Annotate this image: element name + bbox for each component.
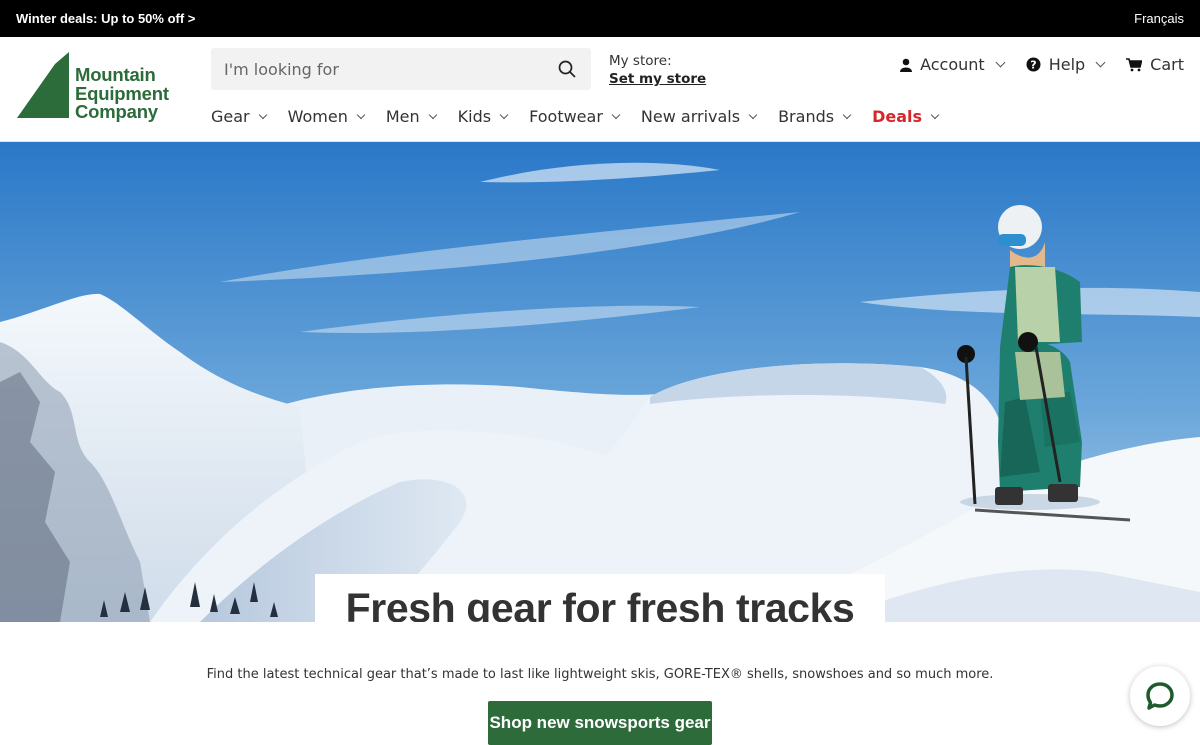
help-label: Help — [1048, 55, 1086, 74]
nav-item-women[interactable]: Women — [287, 107, 366, 126]
utility-nav: Account ? Help Cart — [900, 55, 1184, 74]
help-menu[interactable]: ? Help — [1026, 55, 1106, 74]
nav-item-brands[interactable]: Brands — [778, 107, 852, 126]
account-menu[interactable]: Account — [900, 55, 1006, 74]
nav-item-label: Gear — [211, 107, 250, 126]
chevron-down-icon — [428, 110, 437, 119]
shop-snowsports-button[interactable]: Shop new snowsports gear — [488, 701, 712, 745]
hero-description: Find the latest technical gear that’s ma… — [206, 667, 994, 682]
language-toggle[interactable]: Français — [1134, 11, 1184, 26]
nav-item-deals[interactable]: Deals — [872, 107, 940, 126]
chevron-down-icon — [748, 110, 758, 119]
main-nav: Gear Women Men Kids Footwear New arrival… — [211, 107, 940, 126]
nav-item-kids[interactable]: Kids — [457, 107, 509, 126]
hero-headline: Fresh gear for fresh tracks — [345, 584, 855, 623]
chevron-down-icon — [1095, 57, 1106, 68]
logo-line1: Mountain — [75, 64, 156, 85]
account-label: Account — [920, 55, 985, 74]
promo-deal-link[interactable]: Winter deals: Up to 50% off > — [16, 11, 195, 26]
chat-button[interactable] — [1130, 666, 1190, 726]
hero-image — [0, 142, 1200, 622]
nav-item-label: Men — [385, 107, 420, 126]
nav-item-label: Women — [287, 107, 348, 126]
nav-item-label: Deals — [872, 107, 923, 126]
nav-item-new-arrivals[interactable]: New arrivals — [640, 107, 758, 126]
svg-text:?: ? — [1030, 59, 1036, 72]
cart-label: Cart — [1150, 55, 1184, 74]
logo[interactable]: Mountain Equipment Company — [17, 52, 169, 121]
promo-bar: Winter deals: Up to 50% off > Français — [0, 0, 1200, 37]
nav-item-gear[interactable]: Gear — [211, 107, 267, 126]
chevron-down-icon — [258, 110, 267, 119]
search-bar — [211, 48, 591, 90]
logo-text: Mountain Equipment Company — [75, 64, 169, 122]
set-store-link[interactable]: Set my store — [609, 70, 706, 88]
nav-item-label: Kids — [457, 107, 492, 126]
hero-banner[interactable]: Fresh gear for fresh tracks — [0, 142, 1200, 622]
chat-icon — [1146, 682, 1174, 710]
chevron-down-icon — [611, 110, 621, 119]
search-icon[interactable] — [556, 58, 578, 80]
chevron-down-icon — [995, 57, 1006, 68]
chevron-down-icon — [842, 110, 852, 119]
chevron-down-icon — [930, 110, 940, 119]
site-header: Mountain Equipment Company My store: Set… — [0, 37, 1200, 142]
mountain-logo-icon — [17, 52, 69, 118]
headline-box: Fresh gear for fresh tracks — [315, 574, 885, 622]
search-input[interactable] — [224, 59, 556, 79]
logo-line3: Company — [75, 101, 158, 122]
nav-item-label: Footwear — [529, 107, 603, 126]
chevron-down-icon — [356, 110, 366, 119]
user-icon — [900, 58, 913, 72]
help-icon: ? — [1026, 57, 1041, 72]
nav-item-footwear[interactable]: Footwear — [529, 107, 621, 126]
cart-link[interactable]: Cart — [1126, 55, 1184, 74]
chevron-down-icon — [499, 110, 509, 119]
store-selector: My store: Set my store — [609, 52, 706, 88]
nav-item-label: New arrivals — [640, 107, 741, 126]
nav-item-men[interactable]: Men — [385, 107, 437, 126]
nav-item-label: Brands — [778, 107, 835, 126]
cart-icon — [1126, 57, 1143, 71]
store-label: My store: — [609, 53, 672, 69]
